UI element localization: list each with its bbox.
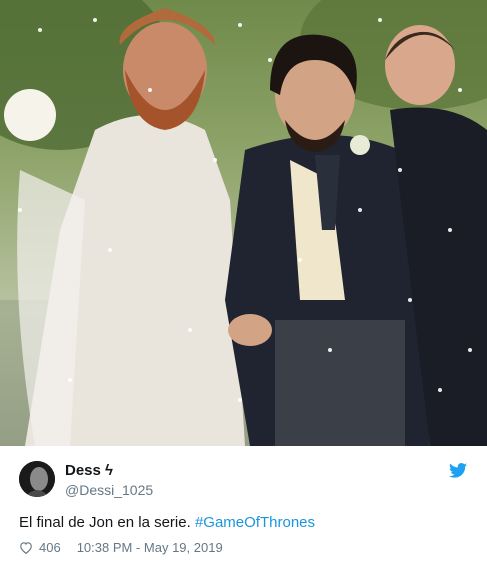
hashtag-link[interactable]: #GameOfThrones (195, 514, 315, 531)
tweet-card: Dess ϟ @Dessi_1025 El final de Jon en la… (0, 446, 487, 561)
user-handle[interactable]: @Dessi_1025 (65, 482, 153, 498)
tweet-meta: 406 10:38 PM - May 19, 2019 (19, 540, 223, 555)
twitter-bird-icon[interactable] (449, 463, 467, 478)
name-glyph: ϟ (105, 462, 113, 479)
avatar-image (19, 461, 55, 497)
tweet-photo[interactable] (0, 0, 487, 446)
tweet-timestamp[interactable]: 10:38 PM - May 19, 2019 (77, 540, 223, 555)
display-name-text: Dess (65, 462, 101, 479)
display-name[interactable]: Dess ϟ (65, 462, 113, 479)
wedding-photo-illustration (0, 0, 487, 446)
tweet-text: El final de Jon en la serie. #GameOfThro… (19, 514, 315, 531)
avatar[interactable] (19, 461, 55, 497)
tweet-body: El final de Jon en la serie. (19, 514, 191, 531)
like-count: 406 (39, 540, 61, 555)
heart-icon[interactable] (19, 541, 33, 554)
